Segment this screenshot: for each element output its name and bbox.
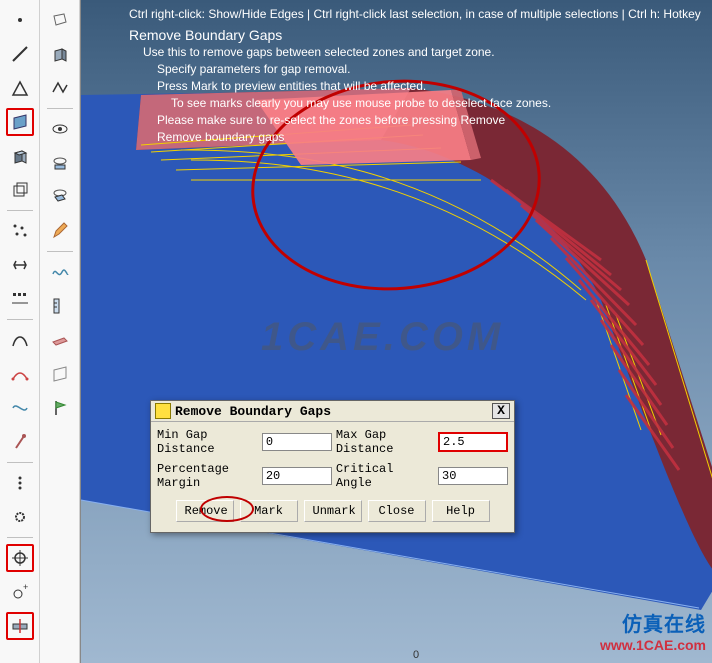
hint-l5: Please make sure to re-select the zones …	[129, 112, 701, 129]
unmark-button[interactable]: Unmark	[304, 500, 362, 522]
arrows-tool[interactable]	[6, 251, 34, 279]
max-gap-label: Max Gap Distance	[336, 428, 434, 456]
wire-tool[interactable]	[46, 6, 74, 34]
hint-l6: Remove boundary gaps	[129, 129, 701, 146]
needle-tool[interactable]	[6, 428, 34, 456]
dialog-title-text: Remove Boundary Gaps	[175, 404, 331, 419]
footer-zero: 0	[413, 649, 419, 661]
dots-vert-tool[interactable]	[6, 469, 34, 497]
tool-column-right	[40, 0, 80, 663]
triangle-tool[interactable]	[6, 74, 34, 102]
viewport-3d[interactable]: Ctrl right-click: Show/Hide Edges | Ctrl…	[80, 0, 712, 663]
wire-cube-tool[interactable]	[6, 176, 34, 204]
hint-text-block: Ctrl right-click: Show/Hide Edges | Ctrl…	[129, 6, 701, 146]
angle-input[interactable]	[438, 467, 508, 485]
scatter-tool[interactable]	[6, 217, 34, 245]
svg-text:+: +	[23, 582, 28, 592]
hint-l3: Press Mark to preview entities that will…	[129, 78, 701, 95]
tool-column-left: +	[0, 0, 40, 663]
path-tool[interactable]	[6, 360, 34, 388]
point-tool[interactable]	[6, 6, 34, 34]
close-button[interactable]: Close	[368, 500, 426, 522]
polyline-tool[interactable]	[46, 74, 74, 102]
min-gap-input[interactable]	[262, 433, 332, 451]
pencil-tool[interactable]	[46, 217, 74, 245]
eye-face-tool[interactable]	[46, 149, 74, 177]
wave-tool[interactable]	[46, 258, 74, 286]
spline-tool[interactable]	[6, 394, 34, 422]
mark-button[interactable]: Mark	[240, 500, 298, 522]
remove-boundary-gaps-dialog: Remove Boundary Gaps X Min Gap Distance …	[150, 400, 515, 533]
remove-button[interactable]: Remove	[176, 500, 234, 522]
min-gap-label: Min Gap Distance	[157, 428, 258, 456]
dialog-button-row: Remove Mark Unmark Close Help	[157, 500, 508, 522]
pct-label: Percentage Margin	[157, 462, 258, 490]
slab-tool[interactable]	[46, 326, 74, 354]
box-tool[interactable]	[46, 40, 74, 68]
dialog-titlebar[interactable]: Remove Boundary Gaps X	[151, 401, 514, 422]
eye-tool[interactable]	[46, 115, 74, 143]
angle-label: Critical Angle	[336, 462, 434, 490]
hint-l4: To see marks clearly you may use mouse p…	[129, 95, 701, 112]
cube-tool[interactable]	[6, 142, 34, 170]
curve-tool[interactable]	[6, 326, 34, 354]
dialog-icon	[155, 403, 171, 419]
hint-l2: Specify parameters for gap removal.	[129, 61, 701, 78]
target-tool[interactable]	[6, 544, 34, 572]
pct-input[interactable]	[262, 467, 332, 485]
align-tool[interactable]	[6, 285, 34, 313]
hint-top: Ctrl right-click: Show/Hide Edges | Ctrl…	[129, 6, 701, 23]
flag-tool[interactable]	[46, 394, 74, 422]
hint-l1: Use this to remove gaps between selected…	[129, 44, 701, 61]
gear-tool[interactable]	[6, 503, 34, 531]
hint-title: Remove Boundary Gaps	[129, 27, 701, 44]
line-tool[interactable]	[6, 40, 34, 68]
target-plus-tool[interactable]: +	[6, 578, 34, 606]
face-tool[interactable]	[6, 108, 34, 136]
dialog-close-button[interactable]: X	[492, 403, 510, 419]
ruler-tool[interactable]	[46, 292, 74, 320]
sheet-tool[interactable]	[46, 360, 74, 388]
eye-cube-tool[interactable]	[46, 183, 74, 211]
max-gap-input[interactable]	[438, 432, 508, 452]
help-button[interactable]: Help	[432, 500, 490, 522]
section-tool[interactable]	[6, 612, 34, 640]
